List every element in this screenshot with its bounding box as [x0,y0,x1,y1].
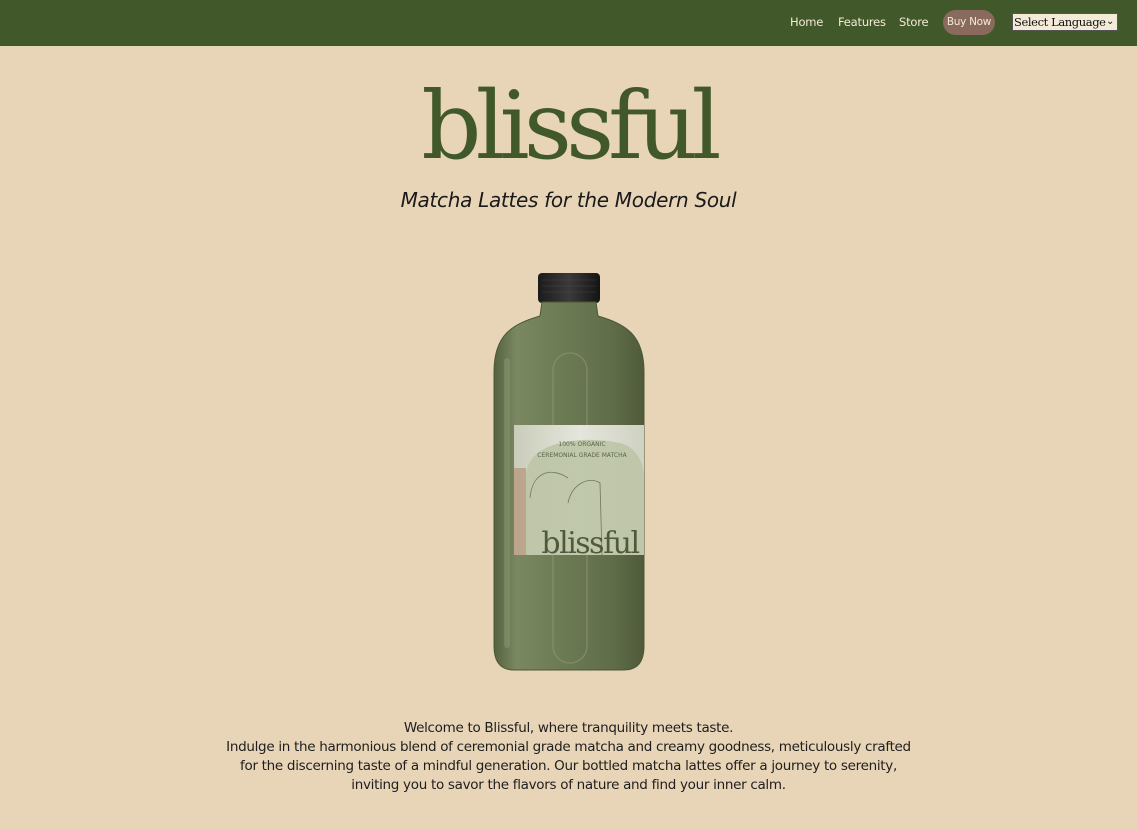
bottle-label-line1: 100% ORGANIC [558,441,605,448]
intro-line-4: inviting you to savor the flavors of nat… [351,777,786,793]
bottle-label-line2: CEREMONIAL GRADE MATCHA [537,452,627,459]
tagline: Matcha Lattes for the Modern Soul [400,188,737,212]
intro-line-1: Welcome to Blissful, where tranquility m… [403,720,734,736]
top-navbar: Home Features Store Buy Now Select Langu… [0,0,1137,46]
nav-home-link[interactable]: Home [790,15,823,29]
nav-features-link[interactable]: Features [838,15,886,29]
intro-line-3: for the discerning taste of a mindful ge… [240,758,897,774]
product-bottle-image: 100% ORGANIC CEREMONIAL GRADE MATCHA bli… [493,273,645,671]
chevron-down-icon: ⌄ [1106,16,1114,27]
intro-text: Welcome to Blissful, where tranquility m… [200,719,937,795]
language-select-label: Select Language [1014,15,1106,29]
buy-now-button[interactable]: Buy Now [943,10,995,35]
bottle-label-brand: blissful [541,526,639,561]
language-select[interactable]: Select Language ⌄ [1012,13,1118,31]
nav-store-link[interactable]: Store [899,15,929,29]
intro-line-2: Indulge in the harmonious blend of cerem… [226,739,911,755]
brand-logo: blissful [421,72,721,181]
